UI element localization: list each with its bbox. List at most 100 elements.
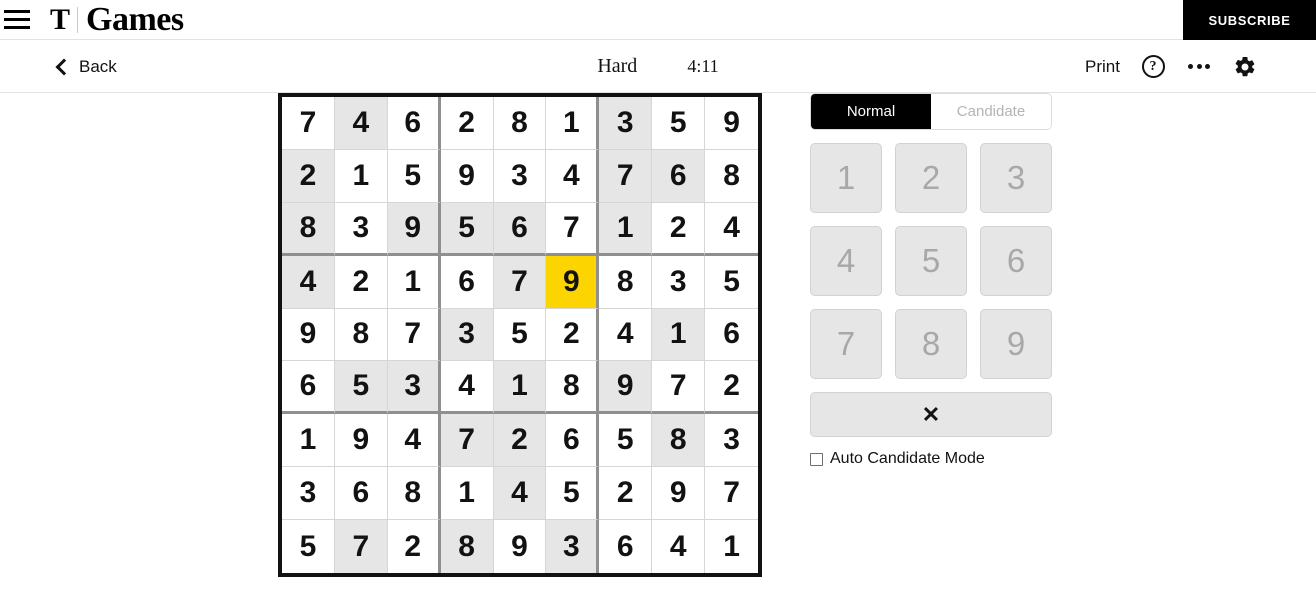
sudoku-cell-r1c4[interactable]: 2	[440, 97, 494, 150]
sudoku-cell-r8c3[interactable]: 8	[387, 467, 441, 521]
sudoku-cell-r9c8[interactable]: 4	[652, 520, 706, 573]
nyt-games-logo[interactable]: T Games	[50, 2, 184, 37]
sudoku-cell-r2c8[interactable]: 6	[652, 149, 706, 203]
sudoku-cell-r6c8[interactable]: 7	[652, 361, 706, 415]
sudoku-cell-r2c6[interactable]: 4	[546, 149, 600, 203]
sudoku-cell-r6c3[interactable]: 3	[387, 361, 441, 415]
sudoku-cell-r5c5[interactable]: 5	[493, 308, 547, 362]
sudoku-cell-r6c6[interactable]: 8	[546, 361, 600, 415]
number-button-2[interactable]: 2	[895, 143, 967, 213]
number-button-9[interactable]: 9	[980, 309, 1052, 379]
sudoku-cell-r8c8[interactable]: 9	[652, 467, 706, 521]
sudoku-cell-r7c9[interactable]: 3	[705, 414, 758, 468]
settings-button[interactable]	[1232, 54, 1258, 80]
sudoku-cell-r7c2[interactable]: 9	[334, 414, 388, 468]
sudoku-cell-r5c4[interactable]: 3	[440, 308, 494, 362]
sudoku-cell-r2c7[interactable]: 7	[599, 149, 653, 203]
number-button-3[interactable]: 3	[980, 143, 1052, 213]
sudoku-cell-r1c7[interactable]: 3	[599, 97, 653, 150]
sudoku-cell-r5c7[interactable]: 4	[599, 308, 653, 362]
sudoku-cell-r5c2[interactable]: 8	[334, 308, 388, 362]
sudoku-cell-r3c8[interactable]: 2	[652, 202, 706, 256]
sudoku-cell-r6c4[interactable]: 4	[440, 361, 494, 415]
sudoku-cell-r2c2[interactable]: 1	[334, 149, 388, 203]
number-button-5[interactable]: 5	[895, 226, 967, 296]
sudoku-board[interactable]: 7462813592159347688395671244216798359873…	[278, 93, 762, 577]
sudoku-cell-r2c5[interactable]: 3	[493, 149, 547, 203]
sudoku-cell-r4c2[interactable]: 2	[334, 255, 388, 309]
number-button-6[interactable]: 6	[980, 226, 1052, 296]
sudoku-cell-r7c8[interactable]: 8	[652, 414, 706, 468]
back-button[interactable]: Back	[55, 40, 117, 93]
sudoku-cell-r9c5[interactable]: 9	[493, 520, 547, 573]
mode-normal-button[interactable]: Normal	[811, 94, 931, 129]
sudoku-cell-r7c6[interactable]: 6	[546, 414, 600, 468]
sudoku-cell-r1c8[interactable]: 5	[652, 97, 706, 150]
sudoku-cell-r3c4[interactable]: 5	[440, 202, 494, 256]
sudoku-cell-r4c8[interactable]: 3	[652, 255, 706, 309]
sudoku-cell-r4c1[interactable]: 4	[282, 255, 335, 309]
sudoku-cell-r5c8[interactable]: 1	[652, 308, 706, 362]
sudoku-cell-r9c1[interactable]: 5	[282, 520, 335, 573]
number-button-1[interactable]: 1	[810, 143, 882, 213]
print-button[interactable]: Print	[1085, 57, 1120, 77]
sudoku-cell-r3c3[interactable]: 9	[387, 202, 441, 256]
sudoku-cell-r2c4[interactable]: 9	[440, 149, 494, 203]
sudoku-cell-r4c6[interactable]: 9	[546, 255, 600, 309]
sudoku-cell-r6c9[interactable]: 2	[705, 361, 758, 415]
sudoku-cell-r8c1[interactable]: 3	[282, 467, 335, 521]
sudoku-cell-r9c6[interactable]: 3	[546, 520, 600, 573]
sudoku-cell-r8c7[interactable]: 2	[599, 467, 653, 521]
sudoku-cell-r7c4[interactable]: 7	[440, 414, 494, 468]
sudoku-cell-r5c1[interactable]: 9	[282, 308, 335, 362]
sudoku-cell-r5c6[interactable]: 2	[546, 308, 600, 362]
number-button-8[interactable]: 8	[895, 309, 967, 379]
sudoku-cell-r9c7[interactable]: 6	[599, 520, 653, 573]
sudoku-cell-r8c9[interactable]: 7	[705, 467, 758, 521]
sudoku-cell-r5c3[interactable]: 7	[387, 308, 441, 362]
sudoku-cell-r6c1[interactable]: 6	[282, 361, 335, 415]
auto-candidate-checkbox[interactable]	[810, 452, 823, 466]
sudoku-cell-r4c4[interactable]: 6	[440, 255, 494, 309]
sudoku-cell-r7c7[interactable]: 5	[599, 414, 653, 468]
sudoku-cell-r3c7[interactable]: 1	[599, 202, 653, 256]
hamburger-menu-icon[interactable]	[4, 9, 30, 31]
sudoku-cell-r4c5[interactable]: 7	[493, 255, 547, 309]
sudoku-cell-r8c4[interactable]: 1	[440, 467, 494, 521]
number-button-7[interactable]: 7	[810, 309, 882, 379]
sudoku-cell-r1c9[interactable]: 9	[705, 97, 758, 150]
sudoku-cell-r1c1[interactable]: 7	[282, 97, 335, 150]
sudoku-cell-r3c2[interactable]: 3	[334, 202, 388, 256]
sudoku-cell-r4c9[interactable]: 5	[705, 255, 758, 309]
erase-button[interactable]: ✕	[810, 392, 1052, 437]
sudoku-cell-r3c6[interactable]: 7	[546, 202, 600, 256]
number-button-4[interactable]: 4	[810, 226, 882, 296]
sudoku-cell-r8c2[interactable]: 6	[334, 467, 388, 521]
sudoku-cell-r6c7[interactable]: 9	[599, 361, 653, 415]
sudoku-cell-r7c5[interactable]: 2	[493, 414, 547, 468]
sudoku-cell-r2c9[interactable]: 8	[705, 149, 758, 203]
sudoku-cell-r9c4[interactable]: 8	[440, 520, 494, 573]
sudoku-cell-r4c3[interactable]: 1	[387, 255, 441, 309]
subscribe-button[interactable]: SUBSCRIBE	[1183, 0, 1316, 40]
sudoku-cell-r8c5[interactable]: 4	[493, 467, 547, 521]
sudoku-cell-r1c6[interactable]: 1	[546, 97, 600, 150]
sudoku-cell-r8c6[interactable]: 5	[546, 467, 600, 521]
sudoku-cell-r3c5[interactable]: 6	[493, 202, 547, 256]
sudoku-cell-r4c7[interactable]: 8	[599, 255, 653, 309]
sudoku-cell-r6c5[interactable]: 1	[493, 361, 547, 415]
sudoku-cell-r7c1[interactable]: 1	[282, 414, 335, 468]
mode-candidate-button[interactable]: Candidate	[931, 94, 1051, 129]
sudoku-cell-r5c9[interactable]: 6	[705, 308, 758, 362]
sudoku-cell-r6c2[interactable]: 5	[334, 361, 388, 415]
sudoku-cell-r2c1[interactable]: 2	[282, 149, 335, 203]
sudoku-cell-r7c3[interactable]: 4	[387, 414, 441, 468]
sudoku-cell-r2c3[interactable]: 5	[387, 149, 441, 203]
sudoku-cell-r1c2[interactable]: 4	[334, 97, 388, 150]
sudoku-cell-r9c3[interactable]: 2	[387, 520, 441, 573]
help-button[interactable]: ?	[1140, 54, 1166, 80]
sudoku-cell-r1c3[interactable]: 6	[387, 97, 441, 150]
sudoku-cell-r1c5[interactable]: 8	[493, 97, 547, 150]
sudoku-cell-r9c2[interactable]: 7	[334, 520, 388, 573]
more-options-button[interactable]	[1186, 54, 1212, 80]
